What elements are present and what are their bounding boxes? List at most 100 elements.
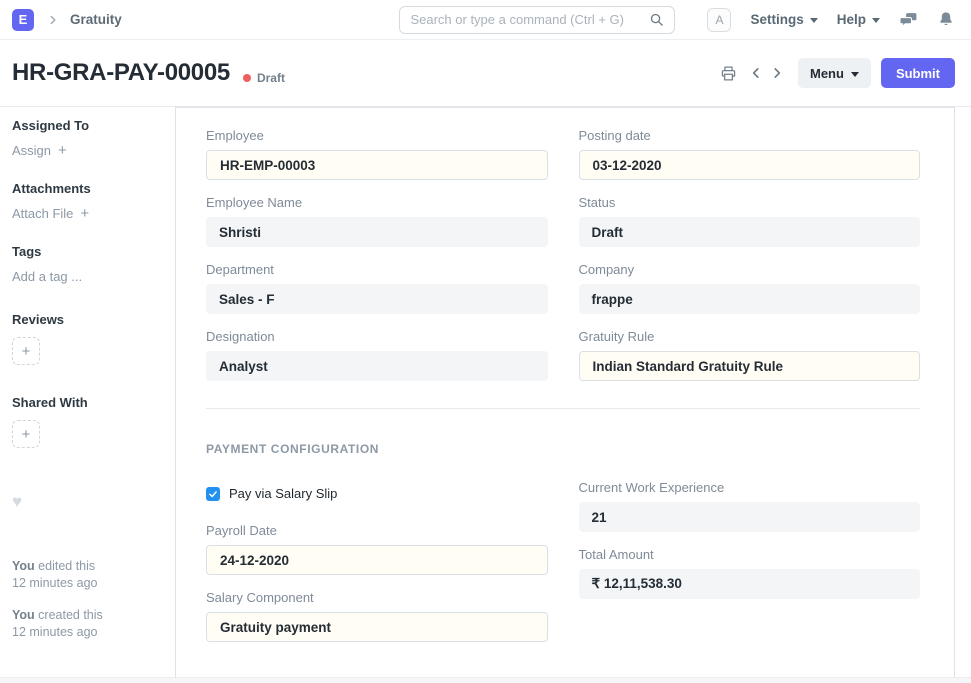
employee-field: Employee HR-EMP-00003 [206,128,548,180]
page-head: HR-GRA-PAY-00005 Draft Menu Submit [0,40,971,107]
draft-dot-icon [243,74,251,82]
gratuity-rule-input[interactable]: Indian Standard Gratuity Rule [579,351,921,381]
salary-component-input[interactable]: Gratuity payment [206,612,548,642]
payroll-date-input[interactable]: 24-12-2020 [206,545,548,575]
reviews-section: Reviews + [12,312,163,365]
payment-left-column: Pay via Salary Slip Payroll Date 24-12-2… [206,480,548,657]
search-icon [649,12,664,27]
details-section: Employee HR-EMP-00003 Employee Name Shri… [206,128,920,396]
tags-section: Tags Add a tag ... [12,244,163,284]
body-layout: Assigned To Assign + Attachments Attach … [0,107,971,683]
payment-configuration-section: PAYMENT CONFIGURATION Pay via Salary Sli… [206,408,920,657]
current-work-experience-label: Current Work Experience [579,480,921,495]
total-amount-value: ₹ 12,11,538.30 [579,569,921,599]
submit-button[interactable]: Submit [881,58,955,88]
reviews-heading: Reviews [12,312,163,327]
edited-what: edited this [35,559,95,573]
plus-icon: + [80,207,89,220]
status-indicator: Draft [243,71,285,85]
user-avatar[interactable]: A [707,8,731,32]
form-card: Employee HR-EMP-00003 Employee Name Shri… [175,107,955,683]
tags-heading: Tags [12,244,163,259]
posting-date-input[interactable]: 03-12-2020 [579,150,921,180]
global-search[interactable] [399,6,675,34]
assign-label: Assign [12,143,51,158]
attach-file-label: Attach File [12,206,73,221]
designation-value: Analyst [206,351,548,381]
shared-with-heading: Shared With [12,395,163,410]
employee-label: Employee [206,128,548,143]
notifications-bell-icon[interactable] [937,10,955,29]
next-record-chevron-icon[interactable] [770,66,784,80]
caret-down-icon [851,72,859,77]
details-left-column: Employee HR-EMP-00003 Employee Name Shri… [206,128,548,396]
status-field-value: Draft [579,217,921,247]
add-tag-input[interactable]: Add a tag ... [12,269,163,284]
total-amount-label: Total Amount [579,547,921,562]
payroll-date-field: Payroll Date 24-12-2020 [206,523,548,575]
created-what: created this [35,608,103,622]
created-entry: You created this 12 minutes ago [12,607,163,641]
assign-button[interactable]: Assign + [12,143,163,158]
attachments-heading: Attachments [12,181,163,196]
company-value: frappe [579,284,921,314]
attach-file-button[interactable]: Attach File + [12,206,163,221]
caret-down-icon [810,18,818,23]
like-heart-icon[interactable]: ♥ [12,492,30,512]
main-area: Employee HR-EMP-00003 Employee Name Shri… [175,107,971,683]
employee-input[interactable]: HR-EMP-00003 [206,150,548,180]
add-tag-label: Add a tag ... [12,269,82,284]
pay-via-salary-slip-label: Pay via Salary Slip [229,486,337,501]
assigned-to-heading: Assigned To [12,118,163,133]
payroll-date-label: Payroll Date [206,523,548,538]
designation-label: Designation [206,329,548,344]
company-field: Company frappe [579,262,921,314]
search-input[interactable] [410,12,649,27]
attachments-section: Attachments Attach File + [12,181,163,221]
breadcrumb[interactable]: Gratuity [70,12,122,27]
gratuity-rule-field: Gratuity Rule Indian Standard Gratuity R… [579,329,921,381]
checkbox-check-icon [206,487,220,501]
shared-with-section: Shared With + [12,395,163,448]
plus-icon: + [58,144,67,157]
add-share-button[interactable]: + [12,420,40,448]
page-actions: Menu Submit [720,58,955,88]
current-work-experience-field: Current Work Experience 21 [579,480,921,532]
status-label: Draft [257,71,285,85]
edited-who: You [12,559,35,573]
navbar-right: A Settings Help [707,8,955,32]
designation-field: Designation Analyst [206,329,548,381]
employee-name-value: Shristi [206,217,548,247]
posting-date-label: Posting date [579,128,921,143]
payment-right-column: Current Work Experience 21 Total Amount … [579,480,921,657]
created-who: You [12,608,35,622]
settings-menu[interactable]: Settings [750,12,817,27]
prev-record-chevron-icon[interactable] [749,66,763,80]
menu-button[interactable]: Menu [798,58,871,88]
assigned-to-section: Assigned To Assign + [12,118,163,158]
app-logo[interactable]: E [12,9,34,31]
help-menu[interactable]: Help [837,12,880,27]
payment-configuration-heading: PAYMENT CONFIGURATION [206,442,920,456]
print-icon[interactable] [720,65,737,82]
form-sidebar: Assigned To Assign + Attachments Attach … [0,107,175,683]
status-field-label: Status [579,195,921,210]
footer-strip [0,677,971,683]
edited-entry: You edited this 12 minutes ago [12,558,163,592]
menu-button-label: Menu [810,66,844,81]
caret-down-icon [872,18,880,23]
salary-component-field: Salary Component Gratuity payment [206,590,548,642]
employee-name-label: Employee Name [206,195,548,210]
activity-log: You edited this 12 minutes ago You creat… [12,558,163,641]
created-when: 12 minutes ago [12,625,97,639]
settings-label: Settings [750,12,803,27]
gratuity-rule-label: Gratuity Rule [579,329,921,344]
add-review-button[interactable]: + [12,337,40,365]
help-label: Help [837,12,866,27]
department-value: Sales - F [206,284,548,314]
total-amount-field: Total Amount ₹ 12,11,538.30 [579,547,921,599]
chat-icon[interactable] [899,10,918,29]
pay-via-salary-slip-checkbox[interactable]: Pay via Salary Slip [206,486,548,501]
department-label: Department [206,262,548,277]
status-field: Status Draft [579,195,921,247]
